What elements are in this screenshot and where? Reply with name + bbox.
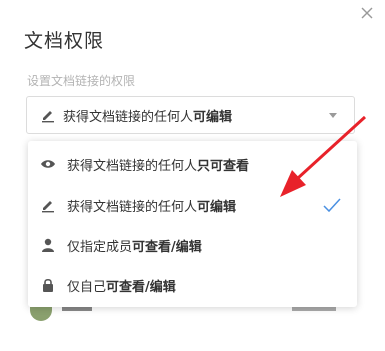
- chevron-down-icon: [329, 113, 337, 118]
- permission-subtitle: 设置文档链接的权限: [27, 74, 136, 88]
- menu-item-view-only[interactable]: 获得文档链接的任何人只可查看: [28, 144, 357, 184]
- eye-icon: [40, 156, 56, 172]
- permission-select[interactable]: 获得文档链接的任何人可编辑: [26, 96, 355, 134]
- dialog-title: 文档权限: [24, 30, 105, 52]
- pencil-icon: [40, 107, 56, 123]
- lock-icon: [40, 277, 56, 293]
- checkmark-icon: [323, 198, 341, 213]
- avatar: [30, 307, 52, 321]
- select-value: 获得文档链接的任何人可编辑: [63, 109, 233, 125]
- member-row: [30, 307, 350, 337]
- menu-item-label: 获得文档链接的任何人只可查看: [67, 158, 250, 174]
- close-button[interactable]: [358, 4, 376, 22]
- menu-item-label: 获得文档链接的任何人可编辑: [67, 199, 237, 215]
- person-icon: [40, 237, 56, 253]
- menu-item-label: 仅指定成员可查看/编辑: [67, 239, 202, 255]
- close-icon: [361, 7, 373, 19]
- menu-item-self-only[interactable]: 仅自己可查看/编辑: [28, 265, 357, 305]
- member-role: [292, 307, 336, 311]
- permission-menu: 获得文档链接的任何人只可查看 获得文档链接的任何人可编辑 仅指定成员可查看/编辑: [28, 141, 357, 307]
- menu-item-members[interactable]: 仅指定成员可查看/编辑: [28, 225, 357, 265]
- menu-item-edit[interactable]: 获得文档链接的任何人可编辑: [28, 185, 357, 225]
- pencil-icon: [40, 197, 56, 213]
- menu-item-label: 仅自己可查看/编辑: [67, 279, 176, 295]
- member-name: [62, 307, 92, 311]
